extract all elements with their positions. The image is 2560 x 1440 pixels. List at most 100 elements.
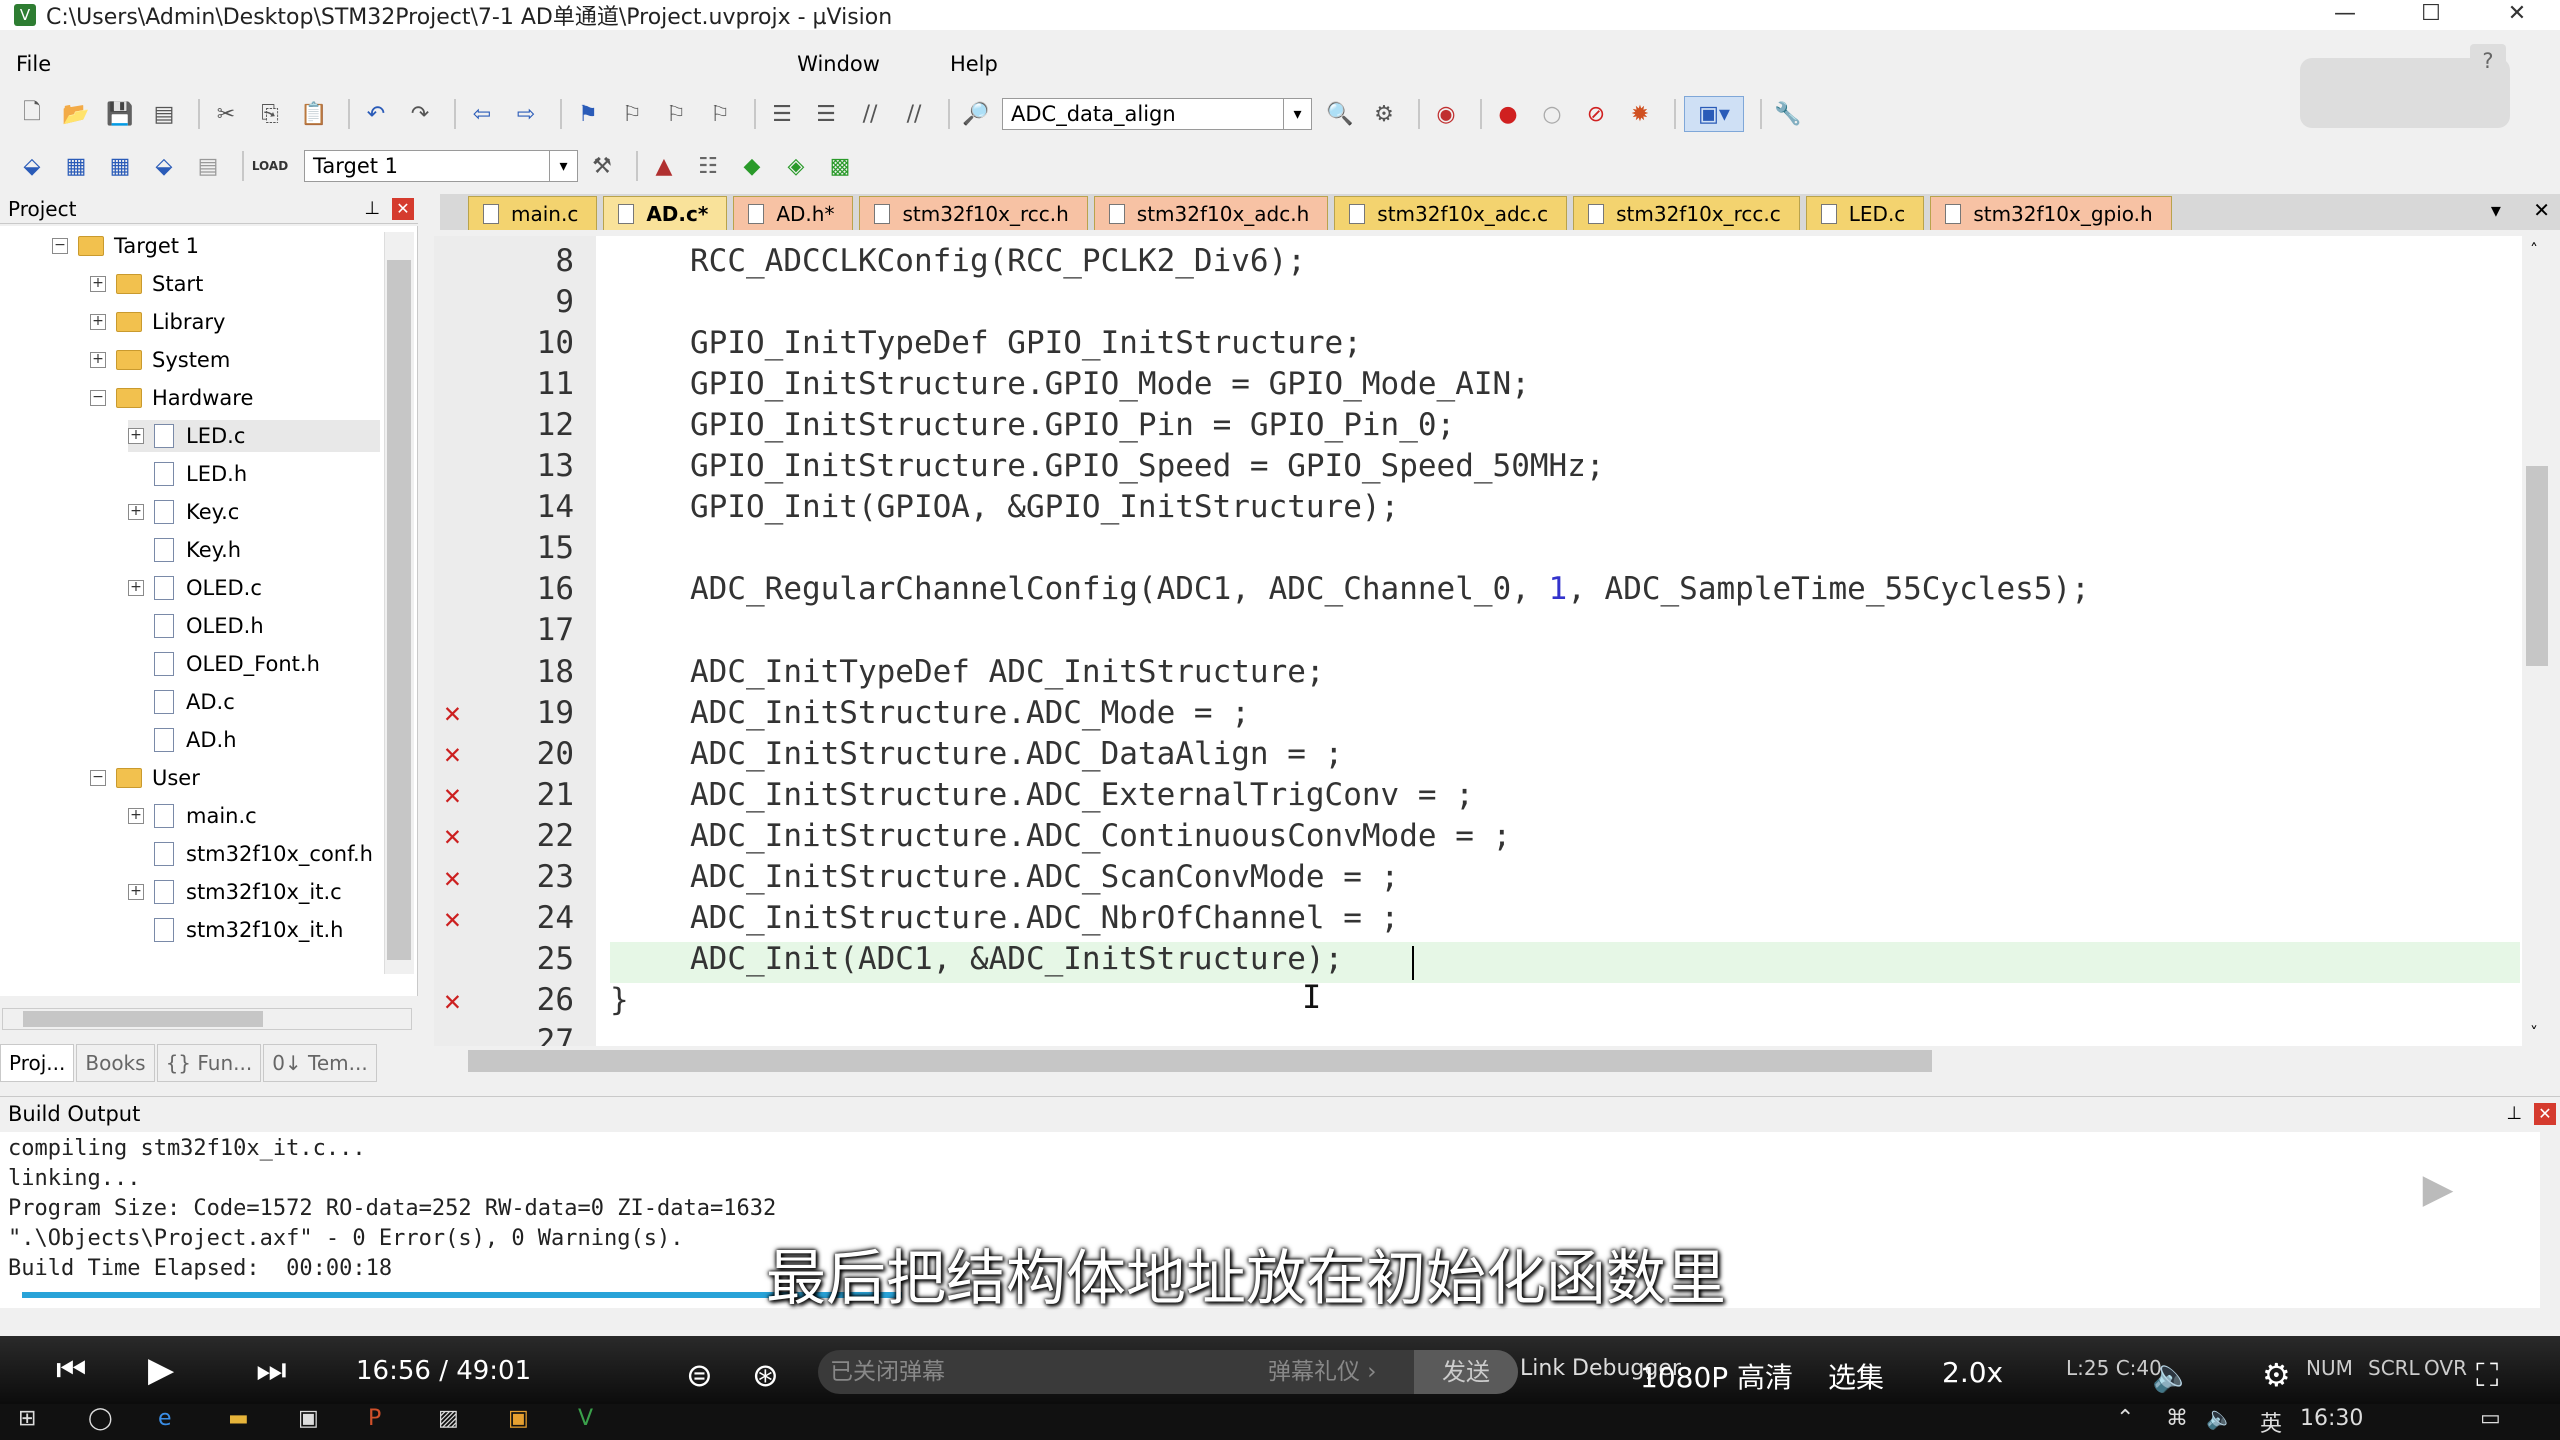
tab-list-icon[interactable]: ▾ [2491,198,2501,222]
file-tab[interactable]: main.c [468,196,598,230]
code-line[interactable]: ✕ 24 ADC_InitStructure.ADC_NbrOfChannel = … [434,898,2524,939]
code-line[interactable]: 17 [434,610,2524,651]
uncomment-icon[interactable]: // [896,96,932,132]
maximize-button[interactable]: ☐ [2388,0,2474,30]
expand-icon[interactable]: + [90,352,106,368]
debug-session-icon[interactable]: ◉ [1428,96,1464,132]
tree-item-target[interactable]: − Target 1 [52,230,199,262]
tree-item-file[interactable]: + Key.c [128,496,239,528]
editor-vertical-scrollbar[interactable]: ˄ ˅ [2522,236,2552,1046]
collapse-icon[interactable]: − [90,770,106,786]
download-icon[interactable]: LOAD [252,148,288,184]
speed-button[interactable]: 2.0x [1942,1356,2003,1389]
find-combo[interactable]: ADC_data_align ▾ [1002,98,1312,130]
code-line[interactable]: ✕ 26} [434,980,2524,1021]
options-for-target-icon[interactable]: ⚒ [584,148,620,184]
file-tab-active[interactable]: AD.c* [603,196,728,230]
code-line[interactable]: 15 [434,528,2524,569]
tree-item-file[interactable]: Key.h [128,534,241,566]
pack-installer-icon[interactable]: ◈ [778,148,814,184]
next-episode-icon[interactable]: ⏭ [256,1350,287,1390]
breakpoint-icon[interactable]: ● [1490,96,1526,132]
expand-icon[interactable]: + [128,580,144,596]
collapse-icon[interactable]: − [90,390,106,406]
code-line[interactable]: 18 ADC_InitTypeDef ADC_InitStructure; [434,651,2524,692]
danmu-input[interactable]: 已关闭弹幕 弹幕礼仪 › [818,1350,1518,1394]
manage-components-icon[interactable]: ☷ [690,148,726,184]
play-icon[interactable]: ▶ [148,1350,174,1390]
tree-item-file[interactable]: AD.h [128,724,237,756]
scrollbar-thumb[interactable] [387,260,411,960]
select-packs-icon[interactable]: ◆ [734,148,770,184]
settings-gear-icon[interactable]: ⚙ [2262,1356,2291,1394]
prev-bookmark-icon[interactable]: ⚐ [614,96,650,132]
undo-icon[interactable]: ↶ [358,96,394,132]
network-icon[interactable]: ⌘ [2166,1406,2188,1438]
configure-icon[interactable]: 🔧 [1770,96,1806,132]
code-line[interactable]: 13 GPIO_InitStructure.GPIO_Speed = GPIO_S… [434,446,2524,487]
tree-item-file[interactable]: stm32f10x_it.h [128,914,343,946]
find-in-files-icon[interactable]: 🔎 [958,96,994,132]
batch-build-icon[interactable]: ⬙ [146,148,182,184]
code-line[interactable]: 8 RCC_ADCCLKConfig(RCC_PCLK2_Div6); [434,240,2524,281]
danmu-settings-icon[interactable]: ⊛ [752,1356,779,1394]
file-tab[interactable]: stm32f10x_adc.h [1093,196,1329,230]
episodes-button[interactable]: 选集 [1828,1356,1884,1396]
tab-project[interactable]: Proj... [0,1044,75,1082]
find-icon[interactable]: 🔍 [1322,96,1358,132]
file-tab[interactable]: stm32f10x_gpio.h [1930,196,2172,230]
tree-item-file[interactable]: + OLED.c [128,572,262,604]
collapse-icon[interactable]: − [52,238,68,254]
tab-books[interactable]: Books [76,1044,155,1082]
stop-build-icon[interactable]: ▤ [190,148,226,184]
kill-all-breakpoints-icon[interactable]: ✹ [1622,96,1658,132]
save-all-icon[interactable]: ▤ [146,96,182,132]
app-icon[interactable]: ▣ [298,1406,319,1438]
code-line[interactable]: ✕ 21 ADC_InitStructure.ADC_ExternalTrigCon… [434,774,2524,815]
nav-back-icon[interactable]: ⇦ [464,96,500,132]
tree-item-group[interactable]: + Start [90,268,203,300]
volume-icon[interactable]: 🔈 [2152,1356,2192,1394]
file-explorer-icon[interactable]: ▬ [228,1406,249,1438]
tree-item-group[interactable]: − User [90,762,200,794]
code-line[interactable]: 12 GPIO_InitStructure.GPIO_Pin = GPIO_Pin… [434,404,2524,445]
scroll-down-icon[interactable]: ˅ [2530,1023,2538,1042]
menu-help[interactable]: Help [950,52,998,76]
save-icon[interactable]: 💾 [102,96,138,132]
copy-icon[interactable]: ⎘ [252,96,288,132]
code-line[interactable]: 25 ADC_Init(ADC1, &ADC_InitStructure); [434,939,2524,980]
app-icon[interactable]: ▣ [508,1406,529,1438]
chevron-down-icon[interactable]: ▾ [1283,99,1311,129]
send-button[interactable]: 发送 [1414,1350,1518,1394]
quality-button[interactable]: 1080P 高清 [1640,1356,1793,1396]
code-line[interactable]: ✕ 23 ADC_InitStructure.ADC_ScanConvMode = … [434,857,2524,898]
nav-forward-icon[interactable]: ⇨ [508,96,544,132]
file-tab[interactable]: AD.h* [733,196,854,230]
tree-item-file[interactable]: OLED_Font.h [128,648,320,680]
tree-item-file[interactable]: LED.h [128,458,247,490]
tab-functions[interactable]: {} Fun... [156,1044,262,1082]
ime-indicator[interactable]: 英 [2260,1406,2282,1438]
window-layout-icon[interactable]: ▣▾ [1684,96,1744,132]
expand-icon[interactable]: + [128,884,144,900]
indent-icon[interactable]: ☰ [764,96,800,132]
tree-item-file[interactable]: + LED.c [128,420,380,452]
code-line[interactable]: 14 GPIO_Init(GPIOA, &GPIO_InitStructure); [434,487,2524,528]
expand-icon[interactable]: + [90,314,106,330]
close-icon[interactable]: ✕ [392,198,414,220]
paste-icon[interactable]: 📋 [296,96,332,132]
code-line[interactable]: 16 ADC_RegularChannelConfig(ADC1, ADC_Cha… [434,569,2524,610]
file-tab[interactable]: stm32f10x_adc.c [1334,196,1568,230]
expand-icon[interactable]: + [128,504,144,520]
scroll-up-icon[interactable]: ˄ [2530,240,2538,259]
danmu-etiquette-link[interactable]: 弹幕礼仪 › [1268,1350,1377,1394]
tree-item-group[interactable]: + Library [90,306,225,338]
help-icon[interactable]: ? [2470,44,2506,78]
pin-icon[interactable]: ⊥ [2506,1097,2522,1131]
unindent-icon[interactable]: ☰ [808,96,844,132]
close-icon[interactable]: ✕ [2534,1103,2556,1125]
file-tab[interactable]: stm32f10x_rcc.c [1573,196,1800,230]
photos-icon[interactable]: ▨ [438,1406,459,1438]
code-line[interactable]: 9 [434,281,2524,322]
tree-item-file[interactable]: OLED.h [128,610,264,642]
